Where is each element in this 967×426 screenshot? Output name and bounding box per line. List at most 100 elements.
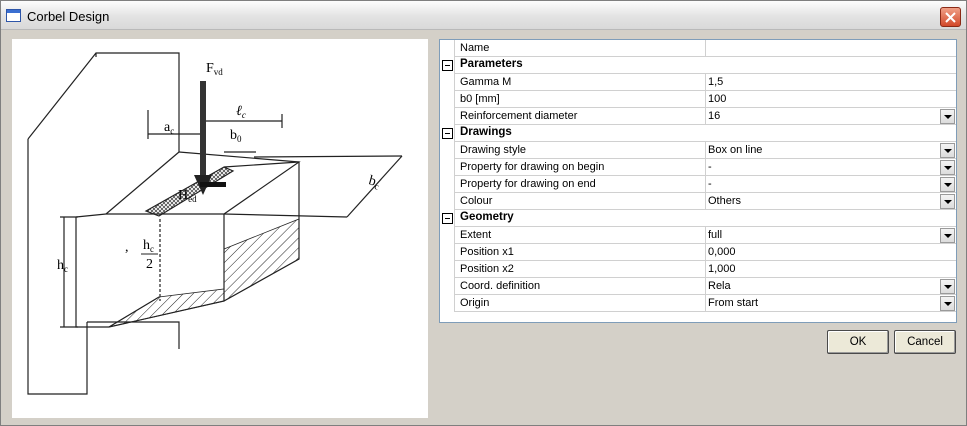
grid-category-row[interactable]: Geometry <box>440 210 956 227</box>
grid-property-row[interactable]: Reinforcement diameter 16 <box>440 108 956 125</box>
title-bar[interactable]: Corbel Design <box>1 1 966 30</box>
grid-property-row[interactable]: Position x2 1,000 <box>440 261 956 278</box>
grid-property-row[interactable]: Gamma M 1,5 <box>440 74 956 91</box>
row-gutter <box>440 278 455 295</box>
property-value[interactable]: - <box>708 178 712 190</box>
chevron-down-icon <box>944 234 952 238</box>
column-divider <box>705 108 706 125</box>
row-gutter <box>440 193 455 210</box>
property-value[interactable]: 1,5 <box>708 76 723 88</box>
property-name: Position x2 <box>460 263 514 275</box>
close-button[interactable] <box>940 7 961 27</box>
row-gutter <box>440 244 455 261</box>
cancel-button[interactable]: Cancel <box>894 330 956 354</box>
property-name: Reinforcement diameter <box>460 110 578 122</box>
grid-property-row[interactable]: Property for drawing on end - <box>440 176 956 193</box>
property-grid[interactable]: Name Parameters Gamma M 1,5 b0 [mm] 100 Reinfo… <box>439 39 957 323</box>
grid-property-row[interactable]: Name <box>440 40 956 57</box>
property-name: Name <box>460 42 490 54</box>
close-icon <box>945 12 956 23</box>
dropdown-button[interactable] <box>940 194 955 209</box>
grid-property-row[interactable]: Property for drawing on begin - <box>440 159 956 176</box>
dropdown-button[interactable] <box>940 177 955 192</box>
column-divider <box>705 193 706 210</box>
row-gutter <box>440 176 455 193</box>
chevron-down-icon <box>944 149 952 153</box>
label-b0: b0 <box>230 128 242 144</box>
column-divider <box>705 40 706 57</box>
corbel-sketch: Fvd ac ℓc b0 Hed bc hc , hc 2 <box>27 52 403 395</box>
row-gutter <box>440 295 455 312</box>
grid-property-row[interactable]: Origin From start <box>440 295 956 312</box>
property-name: Drawing style <box>460 144 527 156</box>
grid-property-row[interactable]: b0 [mm] 100 <box>440 91 956 108</box>
dropdown-button[interactable] <box>940 160 955 175</box>
collapse-icon[interactable] <box>442 128 453 139</box>
label-comma: , <box>125 240 129 255</box>
chevron-down-icon <box>944 115 952 119</box>
chevron-down-icon <box>944 166 952 170</box>
row-gutter <box>440 108 455 125</box>
property-name: b0 [mm] <box>460 93 500 105</box>
collapse-icon[interactable] <box>442 213 453 224</box>
dropdown-button[interactable] <box>940 296 955 311</box>
column-divider <box>705 142 706 159</box>
property-value[interactable]: full <box>708 229 722 241</box>
property-value[interactable]: 1,000 <box>708 263 736 275</box>
column-divider <box>705 176 706 193</box>
row-gutter <box>440 261 455 278</box>
column-divider <box>705 261 706 278</box>
property-value[interactable]: Rela <box>708 280 731 292</box>
property-value[interactable]: From start <box>708 297 758 309</box>
dropdown-button[interactable] <box>940 109 955 124</box>
window-icon <box>6 9 21 22</box>
corbel-design-window: Corbel Design Fvd ac ℓc b0 Hed bc hc , h… <box>0 0 967 426</box>
grid-category-row[interactable]: Drawings <box>440 125 956 142</box>
row-gutter <box>440 142 455 159</box>
property-value[interactable]: Box on line <box>708 144 762 156</box>
dropdown-button[interactable] <box>940 143 955 158</box>
grid-property-row[interactable]: Position x1 0,000 <box>440 244 956 261</box>
property-name: Property for drawing on begin <box>460 161 605 173</box>
row-gutter <box>440 40 455 57</box>
label-fvd: Fvd <box>206 61 223 77</box>
column-divider <box>705 244 706 261</box>
label-bc: bc <box>367 173 382 191</box>
category-label: Geometry <box>460 211 514 223</box>
chevron-down-icon <box>944 302 952 306</box>
grid-property-row[interactable]: Colour Others <box>440 193 956 210</box>
property-value[interactable]: 100 <box>708 93 726 105</box>
column-divider <box>705 91 706 108</box>
label-lc: ℓc <box>236 104 246 120</box>
property-value[interactable]: Others <box>708 195 741 207</box>
column-divider <box>705 159 706 176</box>
property-name: Coord. definition <box>460 280 541 292</box>
grid-property-row[interactable]: Extent full <box>440 227 956 244</box>
grid-category-row[interactable]: Parameters <box>440 57 956 74</box>
ok-button[interactable]: OK <box>827 330 889 354</box>
corbel-drawing: Fvd ac ℓc b0 Hed bc hc , hc 2 <box>12 39 428 418</box>
category-label: Drawings <box>460 126 512 138</box>
chevron-down-icon <box>944 200 952 204</box>
property-value[interactable]: - <box>708 161 712 173</box>
category-label: Parameters <box>460 58 523 70</box>
property-name: Colour <box>460 195 493 207</box>
chevron-down-icon <box>944 183 952 187</box>
collapse-icon[interactable] <box>442 60 453 71</box>
property-name: Position x1 <box>460 246 514 258</box>
property-name: Property for drawing on end <box>460 178 596 190</box>
property-value[interactable]: 0,000 <box>708 246 736 258</box>
property-name: Gamma M <box>460 76 512 88</box>
window-title: Corbel Design <box>27 9 110 24</box>
dropdown-button[interactable] <box>940 279 955 294</box>
label-hc: hc <box>57 258 68 274</box>
dropdown-button[interactable] <box>940 228 955 243</box>
row-gutter <box>440 227 455 244</box>
row-gutter <box>440 91 455 108</box>
column-divider <box>705 74 706 91</box>
grid-property-row[interactable]: Drawing style Box on line <box>440 142 956 159</box>
column-divider <box>705 227 706 244</box>
property-value[interactable]: 16 <box>708 110 720 122</box>
grid-property-row[interactable]: Coord. definition Rela <box>440 278 956 295</box>
property-name: Origin <box>460 297 490 309</box>
